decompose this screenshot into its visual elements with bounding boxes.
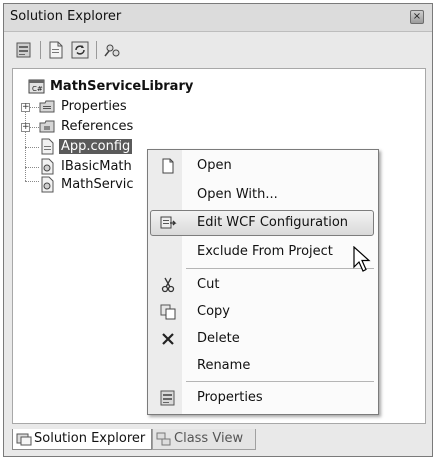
tree-node-ibasicmath[interactable]: IBasicMath [39,157,159,177]
menu-item-label: Cut [197,277,220,292]
tree-label: MathServic [61,177,134,192]
window-title: Solution Explorer [10,9,122,24]
tab-label: Class View [174,431,244,446]
copy-icon [159,303,177,321]
expander-references[interactable]: + [21,123,30,132]
menu-item-label: Copy [197,304,230,319]
cut-icon [159,276,177,294]
menu-separator [186,268,374,269]
mouse-cursor-icon [352,245,372,274]
close-button[interactable]: × [410,10,424,24]
context-menu: Open Open With... Edit WCF Configuration… [147,149,379,415]
show-all-files-icon[interactable] [46,40,66,60]
menu-item-label: Rename [197,358,251,373]
tree-node-properties[interactable]: Properties [39,97,239,117]
tree-node-project[interactable]: C# MathServiceLibrary [28,77,228,97]
menu-item-exclude-from-project[interactable]: Exclude From Project [148,239,378,265]
tree-label-selected: App.config [59,139,133,154]
menu-item-delete[interactable]: Delete [148,326,378,352]
properties-folder-icon [39,98,56,115]
tab-solution-explorer[interactable]: Solution Explorer [12,429,152,450]
menu-separator [186,381,374,382]
tool-window-tabs: Solution Explorer Class View [12,427,426,453]
view-class-diagram-icon[interactable] [102,40,122,60]
toolbar-separator [40,41,41,59]
tree-label: IBasicMath [61,159,132,174]
tree-line [25,181,39,182]
project-name: MathServiceLibrary [50,79,194,94]
solution-explorer-icon [16,431,32,447]
menu-item-open-with[interactable]: Open With... [148,182,378,208]
title-bar: Solution Explorer × [4,4,432,32]
cs-file-icon [39,158,56,175]
properties-icon [159,389,177,407]
tree-line [25,147,39,148]
tab-label: Solution Explorer [34,431,146,446]
cs-file-icon [39,176,56,193]
menu-item-rename[interactable]: Rename [148,353,378,379]
wcf-config-icon [159,214,177,232]
toolbar-separator [96,41,97,59]
toolbar [12,36,426,66]
tab-class-view[interactable]: Class View [152,429,256,450]
class-view-icon [156,431,172,447]
menu-item-copy[interactable]: Copy [148,299,378,325]
menu-item-label: Open With... [197,187,278,202]
menu-item-edit-wcf-configuration[interactable]: Edit WCF Configuration [148,210,378,236]
tree-label: References [61,119,134,134]
properties-icon[interactable] [14,40,34,60]
menu-item-label: Exclude From Project [197,244,333,259]
menu-item-label: Delete [197,331,240,346]
open-icon [159,157,177,175]
tree-line [25,103,26,181]
expander-properties[interactable]: + [21,103,30,112]
cs-project-icon: C# [28,78,45,95]
menu-item-label: Edit WCF Configuration [197,215,349,230]
tree-node-references[interactable]: References [39,117,239,137]
refresh-icon[interactable] [70,40,90,60]
menu-item-label: Open [197,158,232,173]
config-file-icon [39,138,56,155]
tree-line [25,167,39,168]
menu-item-cut[interactable]: Cut [148,272,378,298]
menu-item-properties[interactable]: Properties [148,385,378,411]
menu-item-open[interactable]: Open [148,153,378,179]
svg-text:C#: C# [32,85,43,93]
tree-label: Properties [61,99,127,114]
menu-item-label: Properties [197,390,263,405]
tree-node-mathservice[interactable]: MathServic [39,175,159,195]
references-folder-icon [39,118,56,135]
delete-icon [159,330,177,348]
